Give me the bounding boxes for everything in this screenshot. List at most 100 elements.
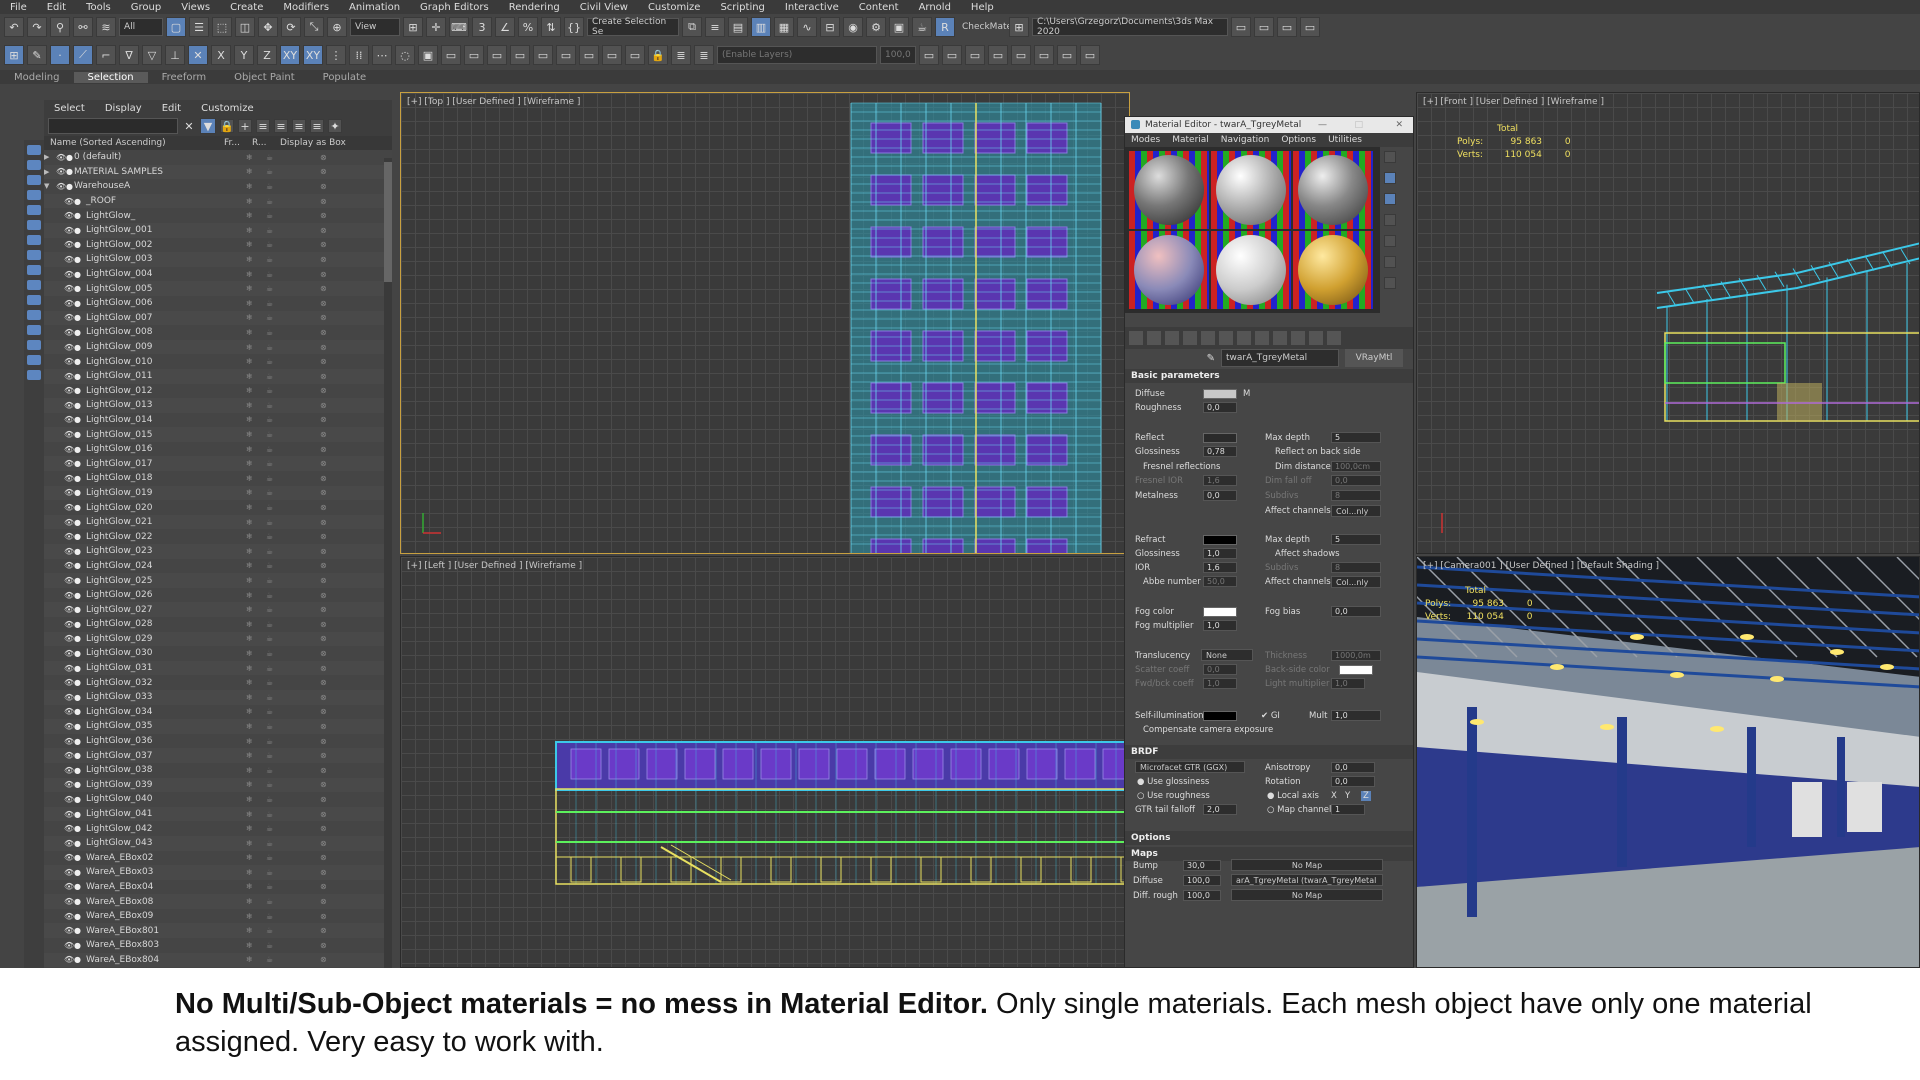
visibility-eye-icon[interactable]: 👁	[64, 313, 74, 322]
dim-distance-spinner[interactable]: 100,0cm	[1331, 461, 1381, 472]
display-box-toggle-icon[interactable]: ⊗	[320, 926, 327, 935]
render-toggle-icon[interactable]: ☕	[266, 561, 273, 570]
reset-map-icon[interactable]	[1183, 331, 1197, 345]
frozen-toggle-icon[interactable]: ❄	[246, 780, 253, 789]
display-box-toggle-icon[interactable]: ⊗	[320, 707, 327, 716]
menu-item-modifiers[interactable]: Modifiers	[273, 2, 339, 13]
menu-item-customize[interactable]: Customize	[638, 2, 711, 13]
scene-menu-edit[interactable]: Edit	[152, 103, 191, 114]
render-toggle-icon[interactable]: ☕	[266, 912, 273, 921]
thickness-spinner[interactable]: 1000,0m	[1331, 650, 1381, 661]
display-box-toggle-icon[interactable]: ⊗	[320, 445, 327, 454]
snap-edge-icon[interactable]: ∇	[119, 45, 139, 65]
render-toggle-icon[interactable]: ☕	[266, 197, 273, 206]
put-to-scene-icon[interactable]	[1147, 331, 1161, 345]
rotate-icon[interactable]: ⟳	[281, 17, 301, 37]
visibility-eye-icon[interactable]: 👁	[64, 693, 74, 702]
axis-z-icon[interactable]: Z	[257, 45, 277, 65]
make-preview-icon[interactable]	[1384, 256, 1396, 268]
render-toggle-icon[interactable]: ☕	[266, 488, 273, 497]
render-toggle-icon[interactable]: ☕	[266, 386, 273, 395]
frozen-toggle-icon[interactable]: ❄	[246, 912, 253, 921]
display-box-toggle-icon[interactable]: ⊗	[320, 839, 327, 848]
frozen-toggle-icon[interactable]: ❄	[246, 445, 253, 454]
frozen-toggle-icon[interactable]: ❄	[246, 955, 253, 964]
local-axis-radio[interactable]: ● Local axis	[1267, 791, 1319, 801]
display-containers-icon[interactable]	[27, 295, 41, 305]
frozen-toggle-icon[interactable]: ❄	[246, 211, 253, 220]
render-toggle-icon[interactable]: ☕	[266, 707, 273, 716]
visibility-eye-icon[interactable]: 👁	[64, 941, 74, 950]
grid-icon[interactable]: ⊞	[1009, 17, 1029, 37]
visibility-eye-icon[interactable]: 👁	[64, 255, 74, 264]
display-box-toggle-icon[interactable]: ⊗	[320, 226, 327, 235]
render-toggle-icon[interactable]: ☕	[266, 722, 273, 731]
display-box-toggle-icon[interactable]: ⊗	[320, 576, 327, 585]
frozen-toggle-icon[interactable]: ❄	[246, 270, 253, 279]
scene-row[interactable]: 👁 ● LightGlow_021 ❄ ☕ ⊗	[44, 514, 392, 530]
sample-slot[interactable]	[1129, 151, 1209, 229]
frozen-toggle-icon[interactable]: ❄	[246, 226, 253, 235]
percent-snap-icon[interactable]: %	[518, 17, 538, 37]
array-icon[interactable]: ⁞⁞	[349, 45, 369, 65]
display-box-toggle-icon[interactable]: ⊗	[320, 737, 327, 746]
layer-select-icon[interactable]: ▭	[487, 45, 507, 65]
selection-filter-dropdown[interactable]: All	[119, 18, 163, 36]
layer-props-icon[interactable]: ▭	[625, 45, 645, 65]
angle-snap-icon[interactable]: ∠	[495, 17, 515, 37]
display-box-toggle-icon[interactable]: ⊗	[320, 780, 327, 789]
visibility-eye-icon[interactable]: 👁	[64, 664, 74, 673]
frozen-toggle-icon[interactable]: ❄	[246, 591, 253, 600]
scene-row[interactable]: ▼ 👁 ● WarehouseA ❄ ☕ ⊗	[44, 179, 392, 194]
scene-row[interactable]: 👁 ● LightGlow_022 ❄ ☕ ⊗	[44, 529, 392, 544]
select-by-name-icon[interactable]: ☰	[189, 17, 209, 37]
percent-field[interactable]: 100,0	[880, 46, 916, 64]
display-box-toggle-icon[interactable]: ⊗	[320, 255, 327, 264]
snap-midpoint-icon[interactable]: ⌐	[96, 45, 116, 65]
new-layer-icon[interactable]: +	[238, 119, 252, 133]
render-toggle-icon[interactable]: ☕	[266, 226, 273, 235]
scene-menu-select[interactable]: Select	[44, 103, 95, 114]
frozen-toggle-icon[interactable]: ❄	[246, 649, 253, 658]
axis-x-icon[interactable]: X	[211, 45, 231, 65]
axis-y-icon[interactable]: Y	[234, 45, 254, 65]
scene-row[interactable]: 👁 ● LightGlow_013 ❄ ☕ ⊗	[44, 398, 392, 413]
scene-row[interactable]: 👁 ● WareA_EBox08 ❄ ☕ ⊗	[44, 894, 392, 909]
visibility-eye-icon[interactable]: 👁	[64, 795, 74, 804]
ribbon-tab-selection[interactable]: Selection	[73, 71, 148, 83]
render-toggle-icon[interactable]: ☕	[266, 284, 273, 293]
display-influences-icon[interactable]	[27, 370, 41, 380]
frozen-toggle-icon[interactable]: ❄	[246, 240, 253, 249]
display-box-toggle-icon[interactable]: ⊗	[320, 284, 327, 293]
layers-dropdown[interactable]: (Enable Layers)	[717, 46, 877, 64]
render-toggle-icon[interactable]: ☕	[266, 693, 273, 702]
frozen-toggle-icon[interactable]: ❄	[246, 357, 253, 366]
frozen-toggle-icon[interactable]: ❄	[246, 664, 253, 673]
tool-b-icon[interactable]: ▭	[942, 45, 962, 65]
diffuse-map-button[interactable]: arA_TgreyMetal (twarA_TgreyMetal	[1231, 874, 1383, 886]
display-box-toggle-icon[interactable]: ⊗	[320, 197, 327, 206]
scene-row[interactable]: 👁 ● LightGlow_029 ❄ ☕ ⊗	[44, 631, 392, 647]
scene-row[interactable]: 👁 ● LightGlow_025 ❄ ☕ ⊗	[44, 573, 392, 588]
axis-xy-alt-icon[interactable]: XY	[303, 45, 323, 65]
render-production-icon[interactable]: ☕	[912, 17, 932, 37]
visibility-eye-icon[interactable]: 👁	[64, 853, 74, 862]
make-unique-icon[interactable]	[1201, 331, 1215, 345]
scene-row[interactable]: 👁 ● LightGlow_040 ❄ ☕ ⊗	[44, 792, 392, 807]
scene-row[interactable]: 👁 ● LightGlow_023 ❄ ☕ ⊗	[44, 544, 392, 559]
edit-named-selection-icon[interactable]: {}	[564, 17, 584, 37]
sample-slot[interactable]	[1211, 231, 1291, 309]
column-render[interactable]: R...	[252, 138, 280, 148]
scene-row[interactable]: 👁 ● LightGlow_012 ❄ ☕ ⊗	[44, 384, 392, 399]
display-box-toggle-icon[interactable]: ⊗	[320, 343, 327, 352]
scrollbar-thumb[interactable]	[384, 162, 392, 282]
frozen-toggle-icon[interactable]: ❄	[246, 634, 253, 643]
render-toggle-icon[interactable]: ☕	[266, 182, 273, 191]
scene-row[interactable]: 👁 ● LightGlow_032 ❄ ☕ ⊗	[44, 675, 392, 690]
layer-radiosity-icon[interactable]: ▭	[602, 45, 622, 65]
scene-row[interactable]: 👁 ● LightGlow_034 ❄ ☕ ⊗	[44, 705, 392, 720]
visibility-eye-icon[interactable]: 👁	[64, 197, 74, 206]
rotation-spinner[interactable]: 0,0	[1331, 776, 1375, 787]
frozen-toggle-icon[interactable]: ❄	[246, 766, 253, 775]
menu-item-content[interactable]: Content	[849, 2, 909, 13]
